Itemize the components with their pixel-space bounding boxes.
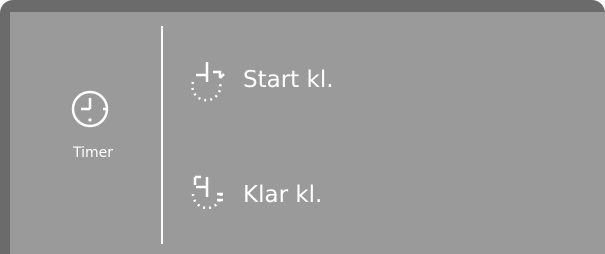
menu-item-finish-time[interactable]: Klar kl. bbox=[183, 170, 583, 220]
timer-label: Timer bbox=[72, 145, 114, 161]
device-frame: Timer Start kl. Klar kl. bbox=[0, 0, 605, 254]
start-time-icon bbox=[191, 62, 225, 102]
finish-time-label: Klar kl. bbox=[243, 182, 323, 208]
menu-item-start-time[interactable]: Start kl. bbox=[183, 55, 583, 105]
divider bbox=[161, 26, 163, 244]
finish-time-icon bbox=[191, 175, 223, 210]
display-bezel: Timer Start kl. Klar kl. bbox=[0, 0, 605, 254]
start-time-label: Start kl. bbox=[243, 67, 334, 93]
clock-icon bbox=[71, 90, 109, 128]
timer-section: Timer bbox=[10, 12, 161, 254]
